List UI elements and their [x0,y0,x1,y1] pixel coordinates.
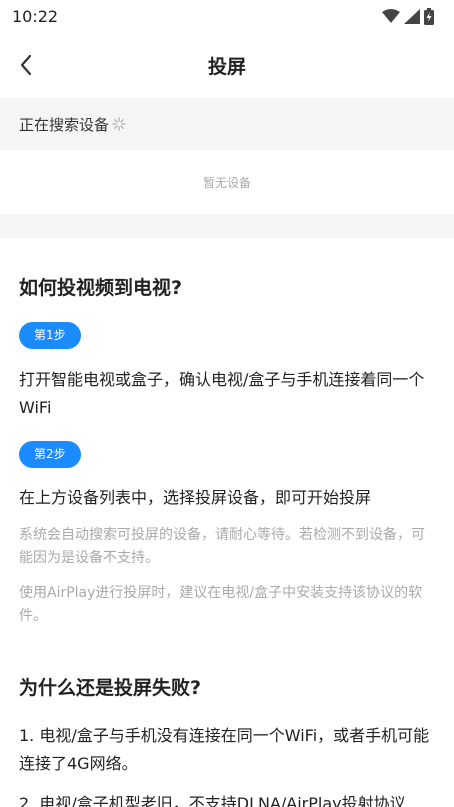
empty-device-text: 暂无设备 [202,175,251,190]
step-1-badge: 第1步 [19,322,81,349]
loading-spinner-icon [112,117,126,131]
status-bar: 10:22 [0,0,454,32]
help-heading: 如何投视频到电视? [19,277,183,299]
section-divider [0,214,454,238]
nav-bar: 投屏 [0,32,454,98]
help-section: 如何投视频到电视? 第1步 打开智能电视或盒子，确认电视/盒子与手机连接着同一个… [0,274,454,807]
step-2-text: 在上方设备列表中，选择投屏设备，即可开始投屏 [19,488,372,507]
search-status-row: 正在搜索设备 [0,98,454,150]
fail-reason-2: 2. 电视/盒子机型老旧，不支持DLNA/AirPlay投射协议 [19,794,406,807]
help-note-2: 使用AirPlay进行投屏时，建议在电视/盒子中安装支持该协议的软件。 [19,585,423,624]
chevron-left-icon [20,54,32,76]
status-time: 10:22 [12,6,59,26]
wifi-icon [382,9,400,23]
fail-reason-1: 1. 电视/盒子与手机没有连接在同一个WiFi，或者手机可能连接了4G网络。 [19,726,430,773]
search-status-text: 正在搜索设备 [19,115,110,134]
back-button[interactable] [12,51,40,79]
battery-icon [424,7,434,25]
page-title: 投屏 [207,55,246,78]
step-1-text: 打开智能电视或盒子，确认电视/盒子与手机连接着同一个WiFi [19,370,425,417]
signal-icon [404,8,420,24]
help-note-1: 系统会自动搜索可投屏的设备，请耐心等待。若检测不到设备，可能因为是设备不支持。 [19,527,425,566]
device-list-empty: 暂无设备 [0,150,454,214]
fail-heading: 为什么还是投屏失败? [19,677,202,699]
step-2-badge: 第2步 [19,441,81,468]
status-icons [382,7,434,25]
